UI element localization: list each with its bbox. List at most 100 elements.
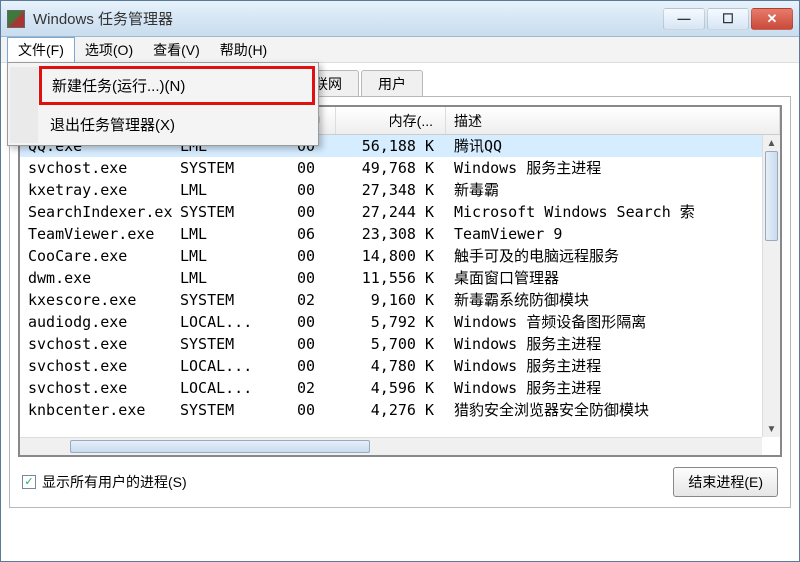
cell-desc: TeamViewer 9 <box>446 223 780 245</box>
window-title: Windows 任务管理器 <box>33 8 173 29</box>
maximize-button[interactable]: ☐ <box>707 8 749 30</box>
cell-user: SYSTEM <box>172 333 276 355</box>
cell-cpu: 00 <box>276 355 336 377</box>
hscroll-thumb[interactable] <box>70 440 370 453</box>
cell-user: LOCAL... <box>172 377 276 399</box>
cell-mem: 11,556 K <box>336 267 446 289</box>
cell-cpu: 00 <box>276 179 336 201</box>
cell-desc: Windows 服务主进程 <box>446 355 780 377</box>
cell-mem: 23,308 K <box>336 223 446 245</box>
show-all-users-checkbox[interactable]: ✓ 显示所有用户的进程(S) <box>22 472 187 492</box>
cell-user: LML <box>172 267 276 289</box>
show-all-users-label: 显示所有用户的进程(S) <box>42 472 187 492</box>
scroll-down-arrow[interactable]: ▼ <box>763 421 780 437</box>
cell-desc: Windows 音频设备图形隔离 <box>446 311 780 333</box>
cell-name: SearchIndexer.exe <box>20 201 172 223</box>
cell-desc: Microsoft Windows Search 索 <box>446 201 780 223</box>
col-header-mem[interactable]: 内存(... <box>336 107 446 134</box>
process-table: 映像名称 用户名 CPU 内存(... 描述 QQ.exeLML0056,188… <box>18 105 782 457</box>
tab-users[interactable]: 用户 <box>361 70 423 96</box>
cell-name: svchost.exe <box>20 377 172 399</box>
cell-user: LOCAL... <box>172 355 276 377</box>
cell-mem: 4,596 K <box>336 377 446 399</box>
task-manager-window: Windows 任务管理器 — ☐ ✕ 文件(F) 选项(O) 查看(V) 帮助… <box>0 0 800 562</box>
cell-desc: 桌面窗口管理器 <box>446 267 780 289</box>
window-controls: — ☐ ✕ <box>661 8 793 30</box>
minimize-button[interactable]: — <box>663 8 705 30</box>
cell-user: LML <box>172 179 276 201</box>
vscroll-thumb[interactable] <box>765 151 778 241</box>
menu-help[interactable]: 帮助(H) <box>210 37 277 62</box>
cell-name: kxetray.exe <box>20 179 172 201</box>
cell-user: LML <box>172 245 276 267</box>
cell-mem: 4,780 K <box>336 355 446 377</box>
cell-cpu: 00 <box>276 311 336 333</box>
titlebar-left: Windows 任务管理器 <box>7 8 173 29</box>
table-row[interactable]: svchost.exeLOCAL...024,596 KWindows 服务主进… <box>20 377 780 399</box>
vertical-scrollbar[interactable]: ▲ ▼ <box>762 135 780 437</box>
titlebar: Windows 任务管理器 — ☐ ✕ <box>1 1 799 37</box>
cell-mem: 14,800 K <box>336 245 446 267</box>
table-row[interactable]: CooCare.exeLML0014,800 K触手可及的电脑远程服务 <box>20 245 780 267</box>
cell-name: svchost.exe <box>20 355 172 377</box>
cell-desc: Windows 服务主进程 <box>446 333 780 355</box>
cell-name: svchost.exe <box>20 333 172 355</box>
cell-desc: 新毒霸系统防御模块 <box>446 289 780 311</box>
cell-user: SYSTEM <box>172 399 276 421</box>
table-row[interactable]: knbcenter.exeSYSTEM004,276 K猎豹安全浏览器安全防御模… <box>20 399 780 421</box>
table-row[interactable]: svchost.exeSYSTEM0049,768 KWindows 服务主进程 <box>20 157 780 179</box>
table-row[interactable]: svchost.exeLOCAL...004,780 KWindows 服务主进… <box>20 355 780 377</box>
cell-desc: Windows 服务主进程 <box>446 157 780 179</box>
cell-cpu: 00 <box>276 333 336 355</box>
cell-user: LOCAL... <box>172 311 276 333</box>
table-row[interactable]: dwm.exeLML0011,556 K桌面窗口管理器 <box>20 267 780 289</box>
menubar: 文件(F) 选项(O) 查看(V) 帮助(H) <box>1 37 799 63</box>
menu-exit-taskmgr[interactable]: 退出任务管理器(X) <box>38 106 316 143</box>
cell-cpu: 00 <box>276 399 336 421</box>
file-menu-inner: 新建任务(运行...)(N) 退出任务管理器(X) <box>10 67 316 143</box>
cell-mem: 9,160 K <box>336 289 446 311</box>
menu-file[interactable]: 文件(F) <box>7 37 75 62</box>
horizontal-scrollbar[interactable] <box>20 437 762 455</box>
menu-options[interactable]: 选项(O) <box>75 37 143 62</box>
cell-name: audiodg.exe <box>20 311 172 333</box>
table-row[interactable]: kxescore.exeSYSTEM029,160 K新毒霸系统防御模块 <box>20 289 780 311</box>
cell-cpu: 02 <box>276 377 336 399</box>
cell-cpu: 00 <box>276 157 336 179</box>
table-row[interactable]: audiodg.exeLOCAL...005,792 KWindows 音频设备… <box>20 311 780 333</box>
table-row[interactable]: svchost.exeSYSTEM005,700 KWindows 服务主进程 <box>20 333 780 355</box>
cell-user: SYSTEM <box>172 201 276 223</box>
cell-user: LML <box>172 223 276 245</box>
table-row[interactable]: SearchIndexer.exeSYSTEM0027,244 KMicroso… <box>20 201 780 223</box>
cell-name: dwm.exe <box>20 267 172 289</box>
table-row[interactable]: TeamViewer.exeLML0623,308 KTeamViewer 9 <box>20 223 780 245</box>
checkbox-icon: ✓ <box>22 475 36 489</box>
scroll-up-arrow[interactable]: ▲ <box>763 135 780 151</box>
cell-desc: 触手可及的电脑远程服务 <box>446 245 780 267</box>
menu-new-task[interactable]: 新建任务(运行...)(N) <box>40 67 314 104</box>
cell-cpu: 00 <box>276 245 336 267</box>
cell-cpu: 00 <box>276 201 336 223</box>
cell-desc: 腾讯QQ <box>446 135 780 157</box>
cell-mem: 27,244 K <box>336 201 446 223</box>
file-menu-dropdown: 新建任务(运行...)(N) 退出任务管理器(X) <box>7 62 319 146</box>
cell-name: CooCare.exe <box>20 245 172 267</box>
cell-mem: 49,768 K <box>336 157 446 179</box>
close-button[interactable]: ✕ <box>751 8 793 30</box>
cell-name: svchost.exe <box>20 157 172 179</box>
taskmgr-icon <box>7 10 25 28</box>
footer-row: ✓ 显示所有用户的进程(S) 结束进程(E) <box>18 457 782 497</box>
cell-cpu: 02 <box>276 289 336 311</box>
cell-cpu: 00 <box>276 267 336 289</box>
table-row[interactable]: kxetray.exeLML0027,348 K新毒霸 <box>20 179 780 201</box>
end-process-button[interactable]: 结束进程(E) <box>673 467 778 497</box>
cell-user: SYSTEM <box>172 157 276 179</box>
table-body: QQ.exeLML0056,188 K腾讯QQsvchost.exeSYSTEM… <box>20 135 780 421</box>
cell-desc: 新毒霸 <box>446 179 780 201</box>
processes-panel: 映像名称 用户名 CPU 内存(... 描述 QQ.exeLML0056,188… <box>9 97 791 508</box>
col-header-desc[interactable]: 描述 <box>446 107 780 134</box>
cell-name: kxescore.exe <box>20 289 172 311</box>
menu-view[interactable]: 查看(V) <box>143 37 210 62</box>
cell-name: TeamViewer.exe <box>20 223 172 245</box>
cell-mem: 4,276 K <box>336 399 446 421</box>
